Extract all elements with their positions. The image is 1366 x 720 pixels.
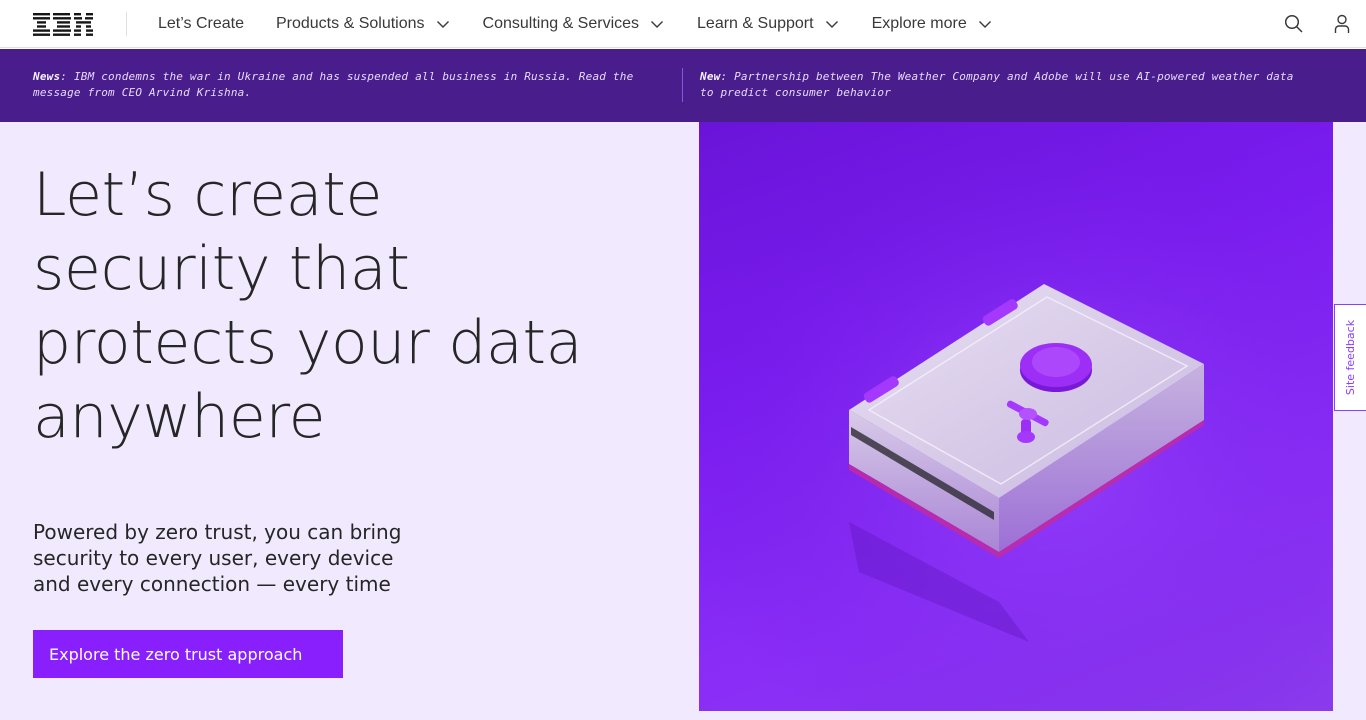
search-button[interactable]: [1270, 0, 1318, 48]
nav-item-learn-support[interactable]: Learn & Support: [681, 0, 856, 48]
news-text: : IBM condemns the war in Ukraine and ha…: [33, 70, 634, 99]
feedback-label: Site feedback: [1344, 319, 1357, 396]
chevron-down-icon: [436, 21, 449, 28]
nav-item-label: Learn & Support: [697, 15, 814, 32]
header-actions: [1270, 0, 1366, 48]
news-tag: News: [33, 70, 61, 83]
news-tag: New: [700, 70, 721, 83]
hero-image-safe: [699, 122, 1333, 711]
nav-item-label: Explore more: [871, 15, 967, 32]
nav-item-explore-more[interactable]: Explore more: [856, 0, 1009, 48]
nav-item-lets-create[interactable]: Let’s Create: [142, 0, 260, 48]
chevron-down-icon: [651, 21, 664, 28]
hero-subtitle: Powered by zero trust, you can bring sec…: [33, 520, 402, 596]
nav-divider: [126, 12, 127, 36]
news-text: : Partnership between The Weather Compan…: [700, 70, 1294, 99]
hero-title: Let’s create security that protects your…: [33, 160, 583, 452]
user-icon: [1334, 14, 1350, 33]
news-link-weather[interactable]: New: Partnership between The Weather Com…: [700, 69, 1300, 101]
site-feedback-tab[interactable]: Site feedback: [1334, 304, 1366, 411]
hero-section: Let’s create security that protects your…: [0, 122, 1366, 720]
nav-item-label: Let’s Create: [158, 15, 244, 32]
profile-button[interactable]: [1318, 0, 1366, 48]
cta-label: Explore the zero trust approach: [49, 644, 303, 664]
explore-zero-trust-button[interactable]: Explore the zero trust approach: [33, 630, 343, 678]
search-icon: [1284, 14, 1303, 33]
news-divider: [682, 68, 683, 102]
nav-item-consulting-services[interactable]: Consulting & Services: [467, 0, 682, 48]
news-link-ukraine[interactable]: News: IBM condemns the war in Ukraine an…: [33, 69, 653, 101]
chevron-down-icon: [978, 21, 991, 28]
chevron-down-icon: [825, 21, 838, 28]
top-navigation: Let’s Create Products & Solutions Consul…: [0, 0, 1366, 48]
main-nav: Let’s Create Products & Solutions Consul…: [142, 0, 1009, 48]
news-banner: News: IBM condemns the war in Ukraine an…: [0, 49, 1366, 122]
nav-item-products-solutions[interactable]: Products & Solutions: [260, 0, 467, 48]
ibm-logo[interactable]: [33, 13, 93, 36]
nav-item-label: Consulting & Services: [482, 15, 640, 32]
nav-item-label: Products & Solutions: [275, 15, 425, 32]
safe-illustration: [699, 122, 1333, 711]
